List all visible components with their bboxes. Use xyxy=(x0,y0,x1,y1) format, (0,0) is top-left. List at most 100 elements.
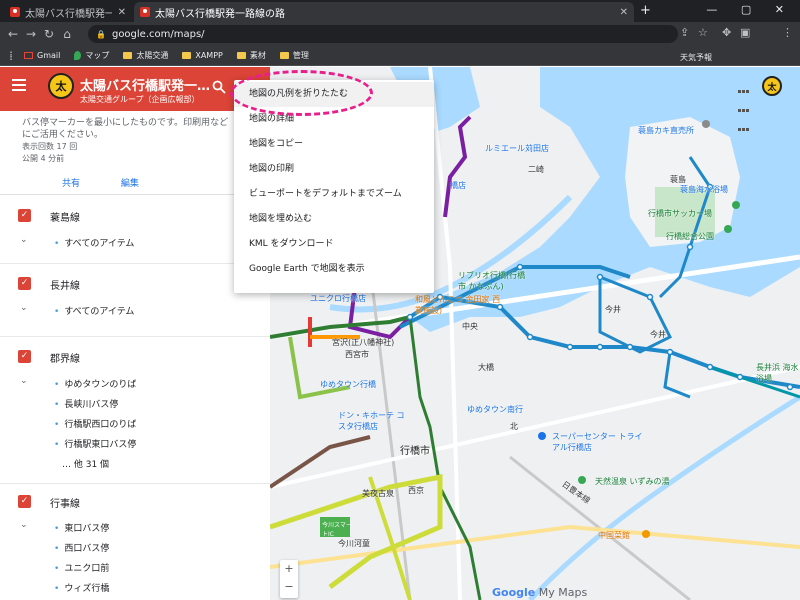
menu-item-embed-map[interactable]: 地図を埋め込む xyxy=(234,207,434,232)
extensions-icon[interactable]: ✥ xyxy=(722,26,731,39)
menu-dots-icon[interactable]: ⋮ xyxy=(782,26,793,39)
layer-item[interactable]: 西口バス停 xyxy=(54,541,109,554)
poi-marker-icon[interactable] xyxy=(732,201,740,209)
layer-checkbox[interactable]: ✓ xyxy=(18,277,31,290)
chevron-down-icon[interactable]: ⌄ xyxy=(20,235,28,245)
map-label[interactable]: ルミエール苅田店 xyxy=(485,143,549,154)
poi-marker-icon[interactable] xyxy=(642,530,650,538)
hamburger-menu-icon[interactable] xyxy=(12,79,26,91)
bookmark-sozai[interactable]: 素材 xyxy=(236,50,266,61)
poi-marker-icon[interactable] xyxy=(724,225,732,233)
map-label[interactable]: ゆめタウン行橋 xyxy=(320,379,376,390)
map-label: 今井 xyxy=(650,330,666,339)
layer-name[interactable]: 郡界線 xyxy=(50,350,80,365)
url-text: google.com/maps/ xyxy=(111,28,205,40)
menu-item-zoom-default[interactable]: ビューポートをデフォルトまでズーム xyxy=(234,182,434,207)
menu-item-print-map[interactable]: 地図の印刷 xyxy=(234,157,434,182)
window-controls[interactable]: — ▢ ✕ xyxy=(706,3,794,16)
map-label[interactable]: リブリオ行橋(行橋市 かなぶん) xyxy=(458,270,528,292)
browser-tab-bar: 太陽バス行橋駅発一路線の路線図 ✕ 太陽バス行橋駅発一路線の路線図 ✕ + — … xyxy=(0,0,800,22)
new-tab-button[interactable]: + xyxy=(640,3,651,18)
maps-favicon-icon xyxy=(10,7,20,17)
menu-item-copy-map[interactable]: 地図をコピー xyxy=(234,132,434,157)
map-label[interactable]: 中国菜館 xyxy=(598,530,630,541)
bookmark-star-icon[interactable]: ☆ xyxy=(698,26,708,39)
reload-icon[interactable]: ↻ xyxy=(40,27,58,41)
layer-item[interactable]: すべてのアイテム xyxy=(54,236,134,249)
layer-name[interactable]: 蓑島線 xyxy=(50,209,80,224)
back-icon[interactable]: ← xyxy=(4,27,22,41)
close-tab-icon[interactable]: ✕ xyxy=(118,7,126,18)
zoom-in-button[interactable]: + xyxy=(280,560,298,578)
map-label[interactable]: ゆめタウン南行 xyxy=(467,404,523,415)
tab-title: 太陽バス行橋駅発一路線の路線図 xyxy=(25,8,112,20)
zoom-out-button[interactable]: − xyxy=(280,578,298,596)
layer-item[interactable]: ユニク口前 xyxy=(54,561,109,574)
layer-item[interactable]: 東口バス停 xyxy=(54,521,109,534)
share-link[interactable]: 共有 xyxy=(62,179,80,189)
layer-name[interactable]: 行事線 xyxy=(50,495,80,510)
address-bar[interactable]: 🔒 google.com/maps/ xyxy=(88,25,678,43)
map-label[interactable]: 天然温泉 いずみの湯 xyxy=(595,476,670,487)
map-label[interactable]: 行橋総合公園 xyxy=(666,231,714,242)
edit-link[interactable]: 編集 xyxy=(121,179,139,189)
bookmark-gmail[interactable]: Gmail xyxy=(24,51,60,60)
layer-minoshima: ✓ 蓑島線 ⌄ すべてのアイテム xyxy=(0,197,270,264)
zoom-controls: + − xyxy=(280,560,298,598)
bookmark-maps[interactable]: マップ xyxy=(74,50,109,61)
map-label[interactable]: 行橋市サッカー場 xyxy=(648,208,712,219)
map-label[interactable]: ドン・キホーテ コスタ行橋店 xyxy=(338,410,410,432)
chevron-down-icon[interactable]: ⌄ xyxy=(20,520,28,530)
map-label[interactable]: 和風とんこつ 金田家 西業施設) xyxy=(415,294,505,316)
layer-item[interactable]: ゆめタウンのりば xyxy=(54,377,136,390)
map-label: 中央 xyxy=(462,322,478,331)
map-label[interactable]: 蓑島海水浴場 xyxy=(680,184,728,195)
bookmark-kanri[interactable]: 管理 xyxy=(279,50,309,61)
forward-icon[interactable]: → xyxy=(22,27,40,41)
browser-tab-2[interactable]: 太陽バス行橋駅発一路線の路線図 ✕ xyxy=(134,2,634,22)
layer-checkbox[interactable]: ✓ xyxy=(18,495,31,508)
menu-item-google-earth[interactable]: Google Earth で地図を表示 xyxy=(234,257,434,282)
share-icon[interactable]: ⇪ xyxy=(680,26,689,39)
map-label[interactable]: 橋店 xyxy=(450,180,466,191)
map-label[interactable]: スーパーセンター トライアル行橋店 xyxy=(552,431,647,453)
route-green xyxy=(408,316,482,600)
layer-item[interactable]: 行橋駅東口バス停 xyxy=(54,437,136,450)
map-label[interactable]: ユニクロ行橋店 xyxy=(310,293,366,304)
side-panel-icon[interactable]: ▣ xyxy=(740,26,750,39)
layer-item[interactable]: すべてのアイテム xyxy=(54,304,134,317)
apps-icon[interactable]: ⁞ xyxy=(2,49,20,63)
poi-marker-icon[interactable] xyxy=(702,120,710,128)
home-icon[interactable]: ⌂ xyxy=(58,27,76,41)
more-items-link[interactable]: … 他 31 個 xyxy=(62,457,109,470)
layer-checkbox[interactable]: ✓ xyxy=(18,350,31,363)
action-links: 共有 編集 xyxy=(62,176,177,189)
layer-name[interactable]: 長井線 xyxy=(50,277,80,292)
map-label: 西宮市 xyxy=(345,350,369,359)
close-tab-icon[interactable]: ✕ xyxy=(620,7,628,18)
menu-item-download-kml[interactable]: KML をダウンロード xyxy=(234,232,434,257)
map-logo: 太 xyxy=(48,73,74,99)
my-maps-wordmark: My Maps xyxy=(538,586,588,599)
chevron-down-icon[interactable]: ⌄ xyxy=(20,303,28,313)
bookmark-weather[interactable]: 天気予報 xyxy=(680,52,712,63)
browser-tab-1[interactable]: 太陽バス行橋駅発一路線の路線図 ✕ xyxy=(4,2,132,22)
map-owner-logo: 太 xyxy=(762,76,782,96)
layer-item[interactable]: ウィズ行橋 xyxy=(54,581,109,594)
apps-grid-icon[interactable] xyxy=(738,79,750,131)
bookmark-xampp[interactable]: XAMPP xyxy=(182,51,223,60)
layer-checkbox[interactable]: ✓ xyxy=(18,209,31,222)
layer-item[interactable]: 行橋駅西口のりば xyxy=(54,417,136,430)
poi-marker-icon[interactable] xyxy=(578,476,586,484)
google-my-maps-logo: Google My Maps xyxy=(492,586,587,599)
map-label[interactable]: 長井浜 海水浴場 xyxy=(756,362,800,384)
browser-toolbar: ← → ↻ ⌂ 🔒 google.com/maps/ ⇪ ☆ ✥ ▣ 太 ⋮ xyxy=(0,22,800,63)
bookmark-taiyo[interactable]: 太陽交通 xyxy=(123,50,168,61)
layer-item[interactable]: 長峡川バス停 xyxy=(54,397,118,410)
map-label[interactable]: 蓑島カキ直売所 xyxy=(638,125,694,136)
map-label: 今川スマートIC xyxy=(322,522,352,538)
folder-icon xyxy=(236,52,246,59)
chevron-down-icon[interactable]: ⌄ xyxy=(20,376,28,386)
search-icon[interactable] xyxy=(212,80,226,94)
poi-marker-icon[interactable] xyxy=(538,432,546,440)
